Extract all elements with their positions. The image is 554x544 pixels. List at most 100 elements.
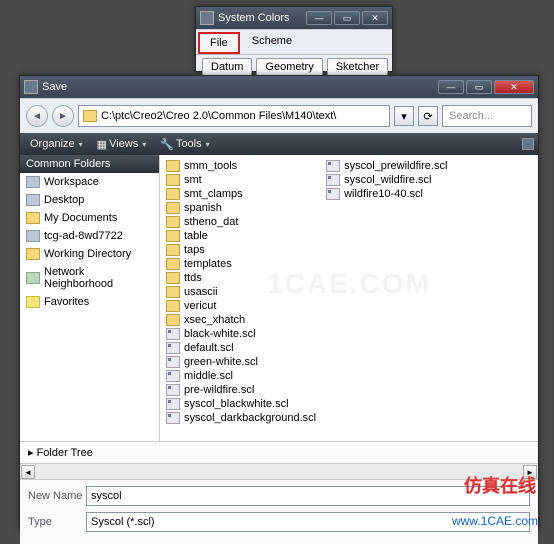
save-icon bbox=[24, 80, 38, 94]
h-scrollbar[interactable]: ◄ ► bbox=[20, 463, 538, 479]
folder-icon bbox=[166, 202, 180, 214]
back-button[interactable]: ◄ bbox=[26, 105, 48, 127]
sidebar-item[interactable]: Favorites bbox=[20, 293, 159, 311]
file-item[interactable]: taps bbox=[166, 243, 316, 257]
save-main: Common Folders Workspace Desktop My Docume… bbox=[20, 155, 538, 441]
file-name: green-white.scl bbox=[184, 356, 258, 368]
folder-tree-toggle[interactable]: ▸ Folder Tree bbox=[20, 441, 538, 463]
folder-icon bbox=[166, 174, 180, 186]
file-item[interactable]: green-white.scl bbox=[166, 355, 316, 369]
file-item[interactable]: stheno_dat bbox=[166, 215, 316, 229]
folder-icon bbox=[166, 286, 180, 298]
file-item[interactable]: usascii bbox=[166, 285, 316, 299]
file-item[interactable]: pre-wildfire.scl bbox=[166, 383, 316, 397]
file-item[interactable]: wildfire10-40.scl bbox=[326, 187, 447, 201]
file-item[interactable]: xsec_xhatch bbox=[166, 313, 316, 327]
dropdown-button[interactable]: ▾ bbox=[394, 106, 414, 126]
file-name: table bbox=[184, 230, 208, 242]
organize-button[interactable]: Organize bbox=[24, 136, 89, 152]
folder-icon bbox=[26, 296, 40, 308]
folder-icon bbox=[166, 314, 180, 326]
sidebar-item[interactable]: Workspace bbox=[20, 173, 159, 191]
system-colors-body: File Scheme Datum Geometry Sketcher bbox=[196, 29, 392, 71]
file-item[interactable]: syscol_wildfire.scl bbox=[326, 173, 447, 187]
file-name: smt bbox=[184, 174, 202, 186]
sidebar-item[interactable]: Working Directory bbox=[20, 245, 159, 263]
folder-icon bbox=[166, 244, 180, 256]
file-item[interactable]: middle.scl bbox=[166, 369, 316, 383]
address-field[interactable]: C:\ptc\Creo2\Creo 2.0\Common Files\M140\… bbox=[78, 105, 390, 127]
file-name: templates bbox=[184, 258, 232, 270]
app-icon bbox=[200, 11, 214, 25]
folder-icon bbox=[166, 300, 180, 312]
file-item[interactable]: syscol_prewildfire.scl bbox=[326, 159, 447, 173]
menu-scheme[interactable]: Scheme bbox=[242, 32, 302, 54]
sidebar-item-label: Favorites bbox=[44, 296, 89, 308]
maximize-button[interactable]: ▭ bbox=[334, 11, 360, 25]
folder-icon bbox=[166, 160, 180, 172]
file-item[interactable]: syscol_darkbackground.scl bbox=[166, 411, 316, 425]
address-bar: ◄ ► C:\ptc\Creo2\Creo 2.0\Common Files\M… bbox=[20, 98, 538, 133]
sidebar-item[interactable]: Desktop bbox=[20, 191, 159, 209]
file-name: smt_clamps bbox=[184, 188, 243, 200]
save-titlebar[interactable]: Save — ▭ ✕ bbox=[20, 76, 538, 98]
sidebar-item[interactable]: tcg-ad-8wd7722 bbox=[20, 227, 159, 245]
scroll-left-button[interactable]: ◄ bbox=[21, 465, 35, 479]
file-name: default.scl bbox=[184, 342, 234, 354]
folder-icon bbox=[26, 272, 40, 284]
help-icon[interactable] bbox=[522, 138, 534, 150]
file-item[interactable]: black-white.scl bbox=[166, 327, 316, 341]
save-dialog: Save — ▭ ✕ ◄ ► C:\ptc\Creo2\Creo 2.0\Com… bbox=[19, 75, 539, 530]
views-button[interactable]: ▦ Views bbox=[91, 136, 153, 153]
file-item[interactable]: syscol_blackwhite.scl bbox=[166, 397, 316, 411]
minimize-button[interactable]: — bbox=[306, 11, 332, 25]
file-item[interactable]: smt_clamps bbox=[166, 187, 316, 201]
search-input[interactable]: Search... bbox=[442, 105, 532, 127]
file-icon bbox=[166, 356, 180, 368]
folder-icon bbox=[26, 248, 40, 260]
sidebar-item[interactable]: My Documents bbox=[20, 209, 159, 227]
file-item[interactable]: table bbox=[166, 229, 316, 243]
refresh-button[interactable]: ⟳ bbox=[418, 106, 438, 126]
tab-sketcher[interactable]: Sketcher bbox=[327, 58, 388, 76]
sidebar-item-label: Workspace bbox=[44, 176, 99, 188]
file-name: syscol_blackwhite.scl bbox=[184, 398, 289, 410]
file-item[interactable]: templates bbox=[166, 257, 316, 271]
sidebar-item-label: Desktop bbox=[44, 194, 84, 206]
tab-datum[interactable]: Datum bbox=[202, 58, 252, 76]
close-button[interactable]: ✕ bbox=[494, 80, 534, 94]
folder-icon bbox=[166, 258, 180, 270]
sidebar-item[interactable]: Network Neighborhood bbox=[20, 263, 159, 293]
maximize-button[interactable]: ▭ bbox=[466, 80, 492, 94]
tab-geometry[interactable]: Geometry bbox=[256, 58, 322, 76]
minimize-button[interactable]: — bbox=[438, 80, 464, 94]
file-name: usascii bbox=[184, 286, 218, 298]
type-label: Type bbox=[28, 516, 86, 528]
system-colors-title: System Colors bbox=[218, 12, 306, 24]
file-item[interactable]: vericut bbox=[166, 299, 316, 313]
folder-icon bbox=[166, 272, 180, 284]
file-name: vericut bbox=[184, 300, 216, 312]
file-list[interactable]: 1CAE.COM smm_toolssmtsmt_clampsspanishst… bbox=[160, 155, 538, 441]
file-name: spanish bbox=[184, 202, 222, 214]
common-folders-header: Common Folders bbox=[20, 155, 159, 173]
tools-button[interactable]: 🔧 Tools bbox=[154, 136, 215, 153]
file-item[interactable]: smm_tools bbox=[166, 159, 316, 173]
file-item[interactable]: smt bbox=[166, 173, 316, 187]
file-name: pre-wildfire.scl bbox=[184, 384, 254, 396]
path-text: C:\ptc\Creo2\Creo 2.0\Common Files\M140\… bbox=[101, 110, 336, 122]
close-button[interactable]: ✕ bbox=[362, 11, 388, 25]
new-name-label: New Name bbox=[28, 490, 86, 502]
file-item[interactable]: default.scl bbox=[166, 341, 316, 355]
system-colors-window: System Colors — ▭ ✕ File Scheme Datum Ge… bbox=[195, 6, 393, 72]
folder-icon bbox=[26, 176, 40, 188]
sidebar-item-label: My Documents bbox=[44, 212, 117, 224]
file-item[interactable]: ttds bbox=[166, 271, 316, 285]
menu-file[interactable]: File bbox=[198, 32, 240, 54]
system-colors-titlebar[interactable]: System Colors — ▭ ✕ bbox=[196, 7, 392, 29]
forward-button[interactable]: ► bbox=[52, 105, 74, 127]
file-icon bbox=[166, 412, 180, 424]
file-name: taps bbox=[184, 244, 205, 256]
file-icon bbox=[326, 160, 340, 172]
file-item[interactable]: spanish bbox=[166, 201, 316, 215]
